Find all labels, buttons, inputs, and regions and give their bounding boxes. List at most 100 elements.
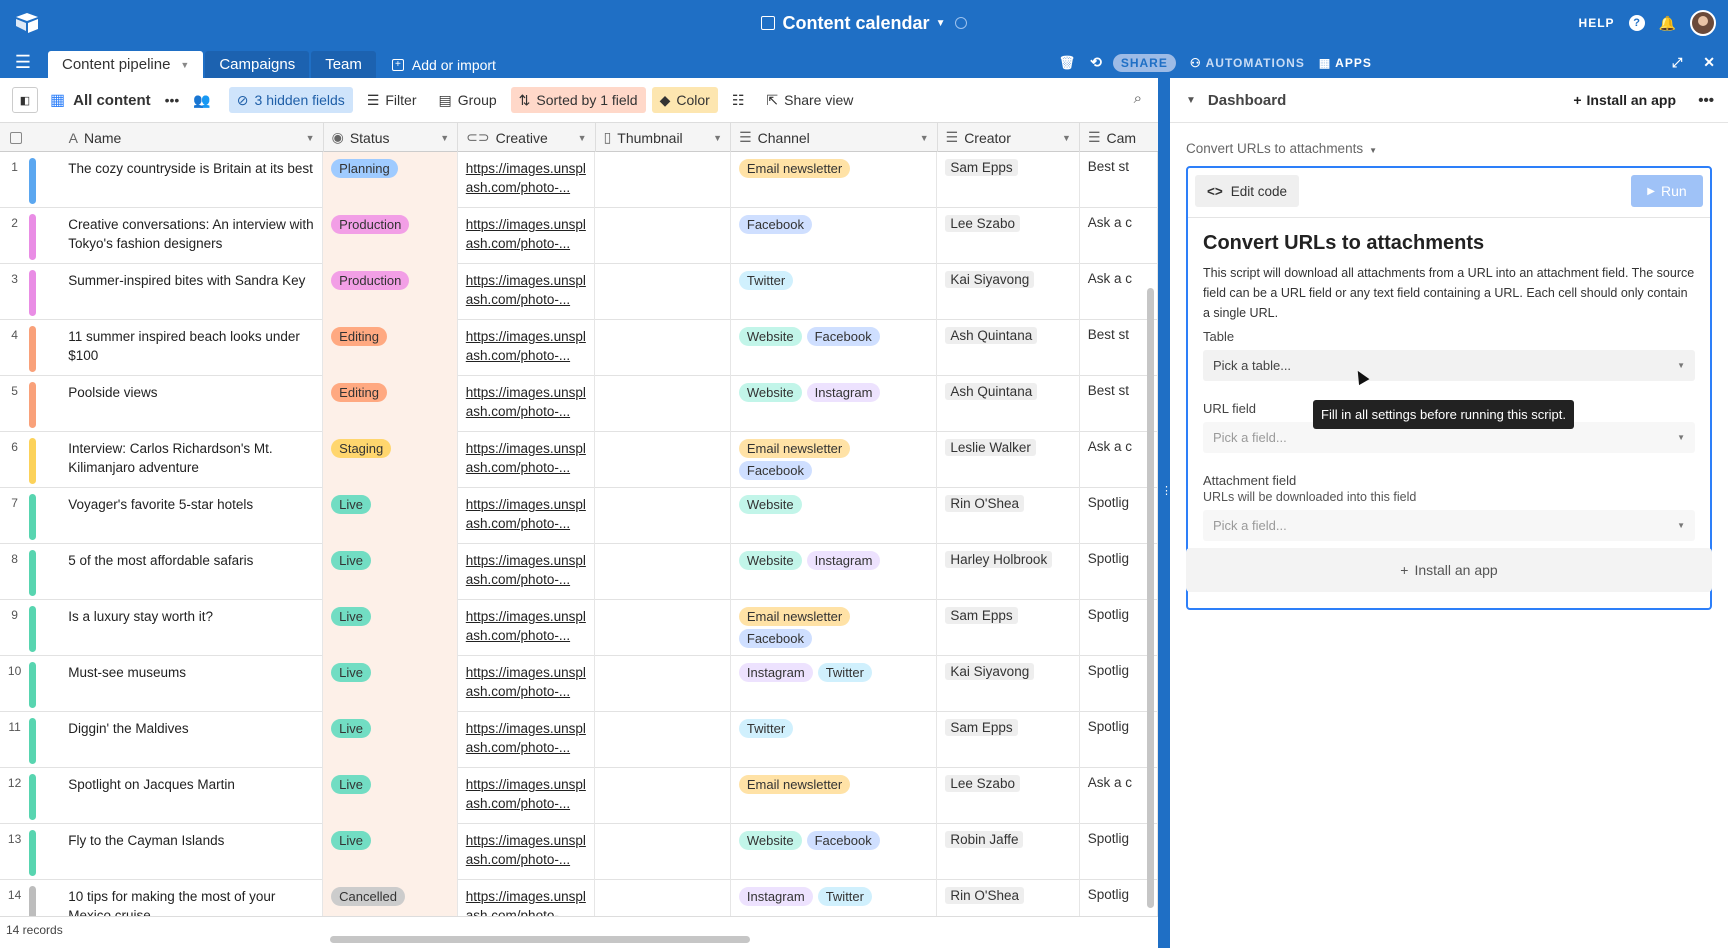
thumbnail-cell[interactable] [595,768,731,824]
creative-link-continued[interactable]: ash.com/photo-... [466,234,587,253]
name-cell[interactable]: Must-see museums [60,656,324,712]
creative-link-continued[interactable]: ash.com/photo-... [466,850,587,869]
status-cell[interactable]: Live [323,544,458,600]
panel-divider[interactable]: ⋮ [1158,78,1172,948]
collaborators-icon[interactable]: 👥 [193,92,210,109]
creative-link-continued[interactable]: ash.com/photo-... [466,682,587,701]
creative-cell[interactable]: https://images.unspl ash.com/photo-... [458,656,596,712]
table-row[interactable]: 5 Poolside views Editing https://images.uns… [0,376,1158,432]
creative-link-continued[interactable]: ash.com/photo-... [466,178,587,197]
creative-cell[interactable]: https://images.unspl ash.com/photo-... [458,264,596,320]
status-cell[interactable]: Live [323,656,458,712]
creative-link[interactable]: https://images.unspl [466,719,587,738]
channel-cell[interactable]: Website Instagram [731,376,938,432]
creator-cell[interactable]: Rin O'Shea [937,880,1080,916]
creative-cell[interactable]: https://images.unspl ash.com/photo-... [458,824,596,880]
menu-icon[interactable]: ☰ [0,47,46,78]
thumbnail-cell[interactable] [595,320,731,376]
creator-cell[interactable]: Rin O'Shea [937,488,1080,544]
table-row[interactable]: 10 Must-see museums Live https://images.uns… [0,656,1158,712]
creative-link[interactable]: https://images.unspl [466,607,587,626]
column-header-creative[interactable]: ⊂⊃ Creative ▼ [458,123,596,152]
color-button[interactable]: ◆ Color [651,87,718,113]
thumbnail-cell[interactable] [595,824,731,880]
creator-cell[interactable]: Ash Quintana [937,320,1080,376]
column-header-campaign[interactable]: ☰ Cam [1080,123,1158,152]
table-row[interactable]: 7 Voyager's favorite 5-star hotels Live htt… [0,488,1158,544]
install-app-top-button[interactable]: + Install an app [1573,92,1676,108]
help-icon[interactable]: ? [1628,15,1645,31]
creative-cell[interactable]: https://images.unspl ash.com/photo-... [458,544,596,600]
channel-cell[interactable]: Twitter [731,712,938,768]
creator-cell[interactable]: Robin Jaffe [937,824,1080,880]
chevron-down-icon[interactable]: ▼ [936,18,946,29]
table-row[interactable]: 3 Summer-inspired bites with Sandra Key Pr… [0,264,1158,320]
creative-link-continued[interactable]: ash.com/photo-... [466,402,587,421]
share-button[interactable]: SHARE [1112,53,1176,72]
table-row[interactable]: 4 11 summer inspired beach looks under $1… [0,320,1158,376]
campaign-cell[interactable]: Ask a c [1080,208,1158,264]
column-header-name[interactable]: A Name ▼ [61,123,324,152]
name-cell[interactable]: Spotlight on Jacques Martin [60,768,324,824]
creator-cell[interactable]: Kai Siyavong [937,656,1080,712]
channel-cell[interactable]: Website Instagram [731,544,938,600]
search-icon[interactable]: ⌕ [1134,90,1142,107]
help-link[interactable]: HELP [1579,16,1615,30]
thumbnail-cell[interactable] [595,376,731,432]
creative-link[interactable]: https://images.unspl [466,551,587,570]
creative-cell[interactable]: https://images.unspl ash.com/photo-... [458,432,596,488]
creative-cell[interactable]: https://images.unspl ash.com/photo-... [458,880,596,916]
creative-link-continued[interactable]: ash.com/photo-... [466,346,587,365]
add-or-import-button[interactable]: + Add or import [378,51,510,78]
creative-link[interactable]: https://images.unspl [466,439,587,458]
channel-cell[interactable]: Website Facebook [731,320,938,376]
edit-code-button[interactable]: <> Edit code [1195,175,1300,207]
creative-link[interactable]: https://images.unspl [466,495,587,514]
sort-button[interactable]: ⇅ Sorted by 1 field [510,87,646,113]
info-icon[interactable] [955,17,968,30]
channel-cell[interactable]: Website [731,488,938,544]
apps-button[interactable]: APPS [1335,56,1372,70]
name-cell[interactable]: Summer-inspired bites with Sandra Key [60,264,324,320]
table-row[interactable]: 2 Creative conversations: An interview wi… [0,208,1158,264]
chevron-down-icon[interactable]: ▼ [1186,95,1196,106]
channel-cell[interactable]: Facebook [731,208,938,264]
status-cell[interactable]: Live [323,488,458,544]
creative-cell[interactable]: https://images.unspl ash.com/photo-... [458,768,596,824]
creator-cell[interactable]: Harley Holbrook [937,544,1080,600]
column-header-channel[interactable]: ☰ Channel ▼ [731,123,938,152]
status-cell[interactable]: Editing [323,320,458,376]
chevron-down-icon[interactable]: ▼ [713,133,722,143]
creative-cell[interactable]: https://images.unspl ash.com/photo-... [458,320,596,376]
channel-cell[interactable]: Email newsletter Facebook [731,432,938,488]
name-cell[interactable]: 11 summer inspired beach looks under $10… [60,320,324,376]
status-cell[interactable]: Live [323,824,458,880]
channel-cell[interactable]: Website Facebook [731,824,938,880]
tab-team[interactable]: Team [311,51,376,78]
column-header-thumbnail[interactable]: ▯ Thumbnail ▼ [596,123,732,152]
table-row[interactable]: 8 5 of the most affordable safaris Live htt… [0,544,1158,600]
trash-icon[interactable]: 🗑 [1059,55,1077,71]
creator-cell[interactable]: Leslie Walker [937,432,1080,488]
table-row[interactable]: 11 Diggin' the Maldives Live https://images… [0,712,1158,768]
avatar[interactable] [1690,10,1716,36]
creative-link-continued[interactable]: ash.com/photo-... [466,458,587,477]
creative-link-continued[interactable]: ash.com/photo-... [466,626,587,645]
name-cell[interactable]: 5 of the most affordable safaris [60,544,324,600]
name-cell[interactable]: The cozy countryside is Britain at its b… [60,152,324,208]
share-view-button[interactable]: ⇱ Share view [758,87,861,113]
creative-cell[interactable]: https://images.unspl ash.com/photo-... [458,208,596,264]
status-cell[interactable]: Editing [323,376,458,432]
name-cell[interactable]: Poolside views [60,376,324,432]
name-cell[interactable]: Fly to the Cayman Islands [60,824,324,880]
dashboard-title[interactable]: Dashboard [1208,92,1286,109]
creative-cell[interactable]: https://images.unspl ash.com/photo-... [458,712,596,768]
select-all-checkbox[interactable] [0,123,61,152]
table-row[interactable]: 6 Interview: Carlos Richardson's Mt. Kili… [0,432,1158,488]
status-cell[interactable]: Production [323,264,458,320]
creative-cell[interactable]: https://images.unspl ash.com/photo-... [458,376,596,432]
creative-link-continued[interactable]: ash.com/photo-... [466,514,587,533]
status-cell[interactable]: Live [323,712,458,768]
chevron-down-icon[interactable]: ▼ [578,133,587,143]
name-cell[interactable]: 10 tips for making the most of your Mexi… [60,880,324,916]
